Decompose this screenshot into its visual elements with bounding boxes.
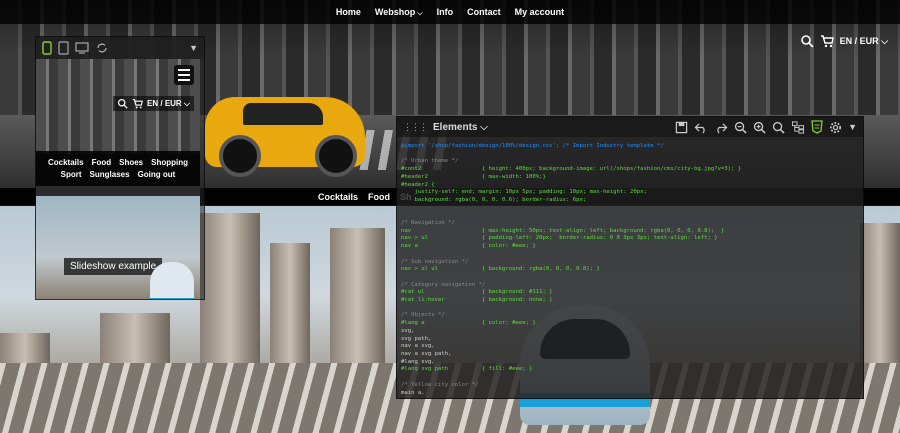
mobile-category-shoes[interactable]: Shoes: [119, 158, 143, 167]
drag-handle-icon[interactable]: ⋮⋮⋮: [403, 122, 428, 133]
mobile-slideshow: Slideshow example: [36, 196, 200, 299]
save-icon[interactable]: [675, 121, 688, 134]
rotate-icon[interactable]: [95, 42, 109, 54]
css-editor-panel: ⋮⋮⋮ Elements ⌵ ▼ @import '/shop/fashion/…: [396, 116, 864, 399]
nav-my-account[interactable]: My account: [515, 7, 565, 17]
undo-icon[interactable]: [694, 121, 708, 134]
code-line[interactable]: /* Urban theme */: [401, 158, 859, 166]
cart-icon[interactable]: [132, 98, 143, 109]
category-food[interactable]: Food: [368, 192, 390, 202]
code-line[interactable]: nav a svg path,: [401, 351, 859, 359]
code-line[interactable]: #cont2 { height: 400px; background-image…: [401, 166, 859, 174]
code-line[interactable]: #lang svg path { fill: #eee; }: [401, 366, 859, 374]
nav-contact[interactable]: Contact: [467, 7, 501, 17]
code-line[interactable]: #header2 { max-width: 100%;}: [401, 174, 859, 182]
taxi-image: [205, 97, 365, 177]
top-navigation: Home Webshop ⌵ Info Contact My account: [0, 0, 900, 24]
code-line[interactable]: #header2 {: [401, 182, 859, 190]
zoom-in-icon[interactable]: [753, 121, 766, 134]
chevron-down-icon: ⌵: [417, 9, 423, 17]
search-icon[interactable]: [800, 34, 814, 48]
code-line[interactable]: /* Sub navigation */: [401, 259, 859, 267]
gear-icon[interactable]: [829, 121, 842, 134]
mobile-category-cocktails[interactable]: Cocktails: [48, 158, 84, 167]
device-toolbar: ▼: [36, 37, 204, 59]
code-line[interactable]: #cat li:hover { background: none; }: [401, 297, 859, 305]
code-line[interactable]: nav { max-height: 50px; text-align: left…: [401, 228, 859, 236]
code-line[interactable]: /* Objects */: [401, 312, 859, 320]
code-line[interactable]: [401, 305, 859, 313]
code-line[interactable]: svg path,: [401, 336, 859, 344]
nav-home[interactable]: Home: [336, 7, 361, 17]
phone-icon[interactable]: [42, 41, 52, 55]
code-line[interactable]: @import '/shop/fashion/design/100%/desig…: [401, 143, 859, 151]
zoom-out-icon[interactable]: [734, 121, 747, 134]
css-code-area[interactable]: @import '/shop/fashion/design/100%/desig…: [401, 143, 859, 394]
code-line[interactable]: [401, 251, 859, 259]
tablet-icon[interactable]: [58, 41, 69, 55]
nav-webshop[interactable]: Webshop ⌵: [375, 7, 423, 18]
collapse-icon[interactable]: ▼: [189, 43, 198, 53]
code-line[interactable]: #lang a { color: #eee; }: [401, 320, 859, 328]
code-line[interactable]: #lang svg,: [401, 359, 859, 367]
device-preview-panel: ▼ EN / EUR ⌵ Cocktails Food Shoes Shoppi…: [35, 36, 205, 300]
desktop-icon[interactable]: [75, 42, 89, 54]
header-tools: EN / EUR ⌵: [800, 34, 888, 48]
code-line[interactable]: justify-self: end; margin: 10px 5px; pad…: [401, 189, 859, 197]
mobile-page: EN / EUR ⌵ Cocktails Food Shoes Shopping…: [36, 59, 200, 299]
mobile-train-image: [150, 262, 194, 299]
code-line[interactable]: main a,: [401, 390, 859, 395]
code-line[interactable]: /* Category navigation */: [401, 282, 859, 290]
nav-info[interactable]: Info: [437, 7, 454, 17]
code-line[interactable]: nav a { color: #eee; }: [401, 243, 859, 251]
chevron-down-icon: ⌵: [881, 35, 888, 46]
redo-icon[interactable]: [714, 121, 728, 134]
code-line[interactable]: nav a svg,: [401, 343, 859, 351]
code-line[interactable]: /* Navigation */: [401, 220, 859, 228]
code-line[interactable]: svg,: [401, 328, 859, 336]
cart-icon[interactable]: [820, 34, 834, 48]
slideshow-caption: Slideshow example: [64, 258, 163, 275]
mobile-category-shopping[interactable]: Shopping: [151, 158, 188, 167]
code-line[interactable]: /* Yellow city color */: [401, 382, 859, 390]
code-line[interactable]: [401, 212, 859, 220]
editor-title[interactable]: Elements ⌵: [433, 122, 488, 133]
chevron-down-icon[interactable]: ▼: [848, 122, 857, 132]
mobile-category-food[interactable]: Food: [92, 158, 112, 167]
search-icon[interactable]: [117, 98, 128, 109]
mobile-category-sunglases[interactable]: Sunglases: [90, 170, 130, 179]
editor-toolbar: ⋮⋮⋮ Elements ⌵ ▼: [397, 117, 863, 137]
code-line[interactable]: [401, 274, 859, 282]
language-selector[interactable]: EN / EUR ⌵: [840, 36, 888, 47]
code-line[interactable]: [401, 374, 859, 382]
mobile-language-selector[interactable]: EN / EUR ⌵: [147, 99, 190, 109]
code-line[interactable]: nav > ul { padding-left: 20px; border-ra…: [401, 235, 859, 243]
code-line[interactable]: #cat ul { background: #111; }: [401, 289, 859, 297]
code-line[interactable]: [401, 205, 859, 213]
code-line[interactable]: background: rgba(0, 0, 0, 0.6); border-r…: [401, 197, 859, 205]
category-cocktails[interactable]: Cocktails: [318, 192, 358, 202]
hamburger-menu-icon[interactable]: [174, 65, 194, 85]
mobile-header-tools: EN / EUR ⌵: [113, 96, 194, 111]
mobile-category-going-out[interactable]: Going out: [138, 170, 176, 179]
mobile-category-sport[interactable]: Sport: [61, 170, 82, 179]
code-line[interactable]: nav > ul ul { background: rgba(0, 0, 0, …: [401, 266, 859, 274]
search-icon[interactable]: [772, 121, 785, 134]
css-icon[interactable]: [811, 120, 823, 134]
code-line[interactable]: [401, 151, 859, 159]
tree-icon[interactable]: [791, 120, 805, 134]
mobile-category-menu: Cocktails Food Shoes Shopping Sport Sung…: [36, 151, 200, 186]
